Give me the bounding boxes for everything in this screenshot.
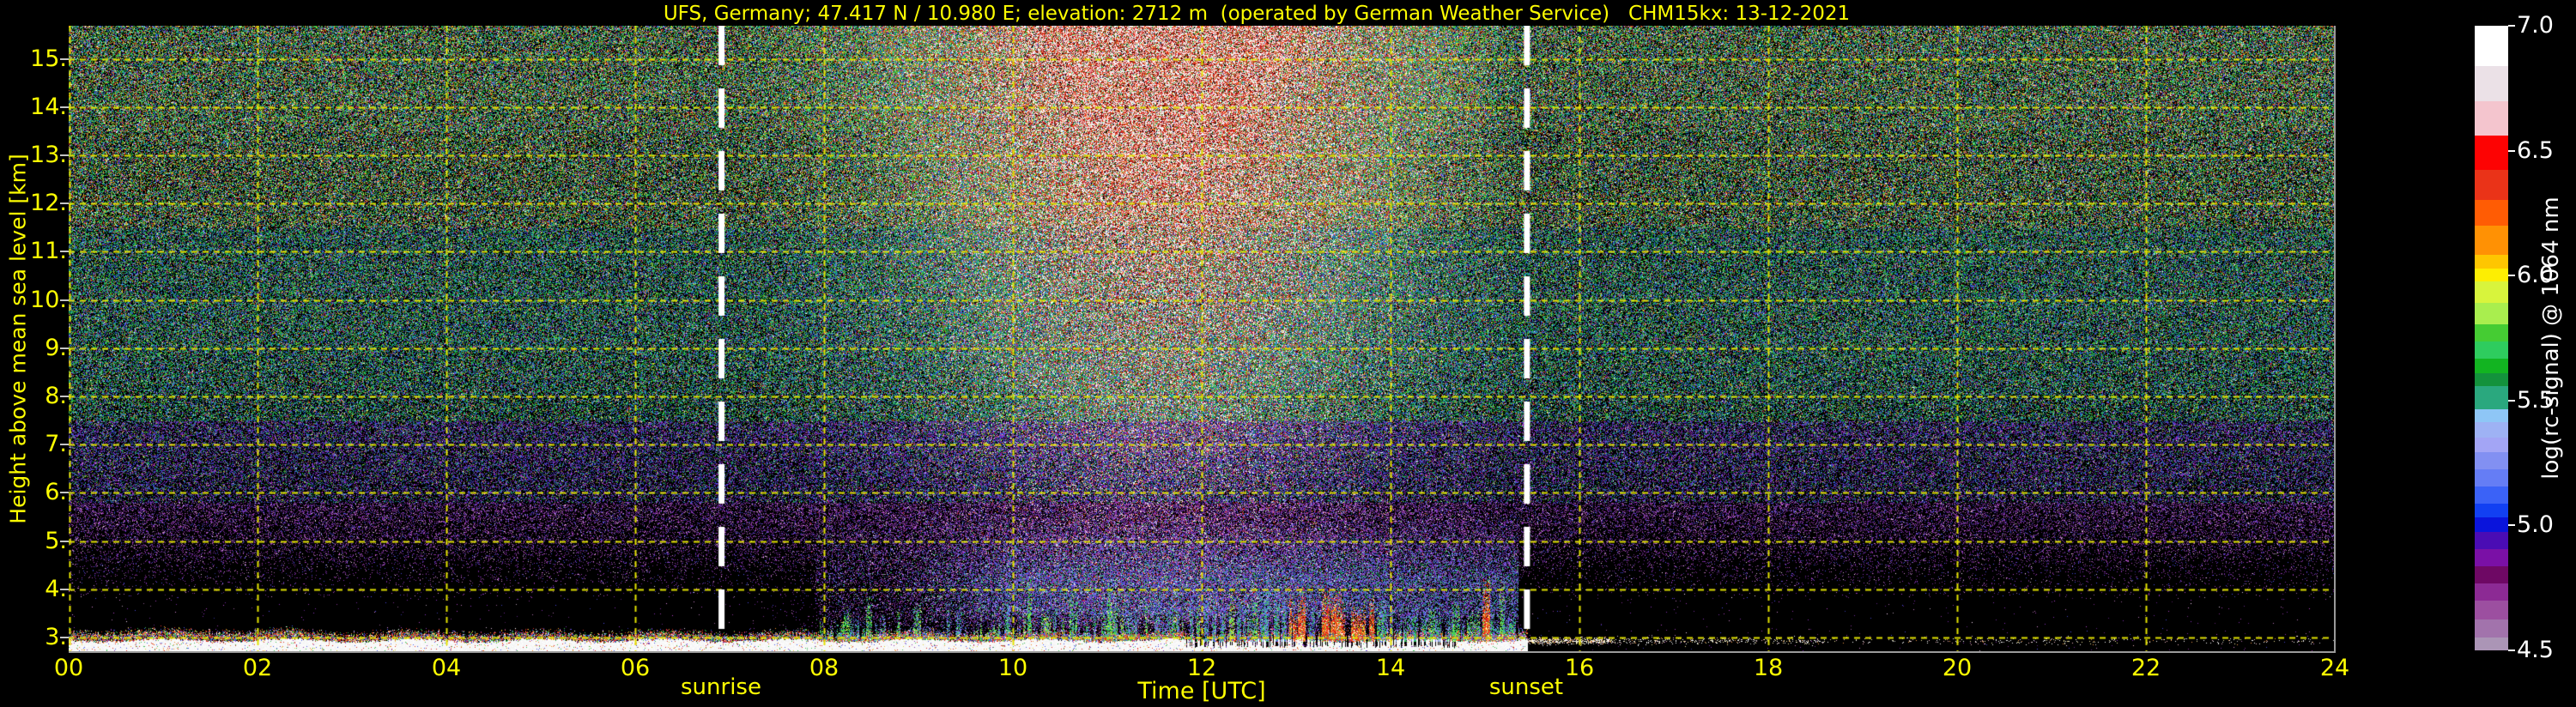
colorbar-block xyxy=(2475,504,2508,517)
colorbar-tick-mark xyxy=(2508,400,2515,402)
y-tick-label: 4. xyxy=(0,577,67,602)
y-axis-tick-mark xyxy=(60,444,69,445)
y-tick-label: 15. xyxy=(0,46,67,72)
y-axis-tick-mark xyxy=(60,347,69,349)
y-axis-tick-mark xyxy=(60,106,69,108)
colorbar-block xyxy=(2475,359,2508,373)
colorbar-block xyxy=(2475,341,2508,359)
colorbar-tick-label: 5.0 xyxy=(2517,512,2554,538)
sunset-label: sunset xyxy=(1458,674,1595,700)
y-axis-tick-mark xyxy=(60,202,69,204)
colorbar-tick-mark xyxy=(2508,275,2515,276)
colorbar xyxy=(2475,26,2508,650)
colorbar-block xyxy=(2475,386,2508,409)
y-tick-label: 11. xyxy=(0,239,67,264)
y-tick-label: 10. xyxy=(0,287,67,313)
x-tick-label: 18 xyxy=(1734,655,1803,681)
bottom-axis-line xyxy=(69,651,2336,653)
y-axis-tick-mark xyxy=(60,58,69,60)
y-tick-label: 8. xyxy=(0,384,67,409)
x-axis-label: Time [UTC] xyxy=(1073,678,1330,704)
colorbar-block xyxy=(2475,517,2508,532)
y-axis-tick-mark xyxy=(60,396,69,397)
y-tick-label: 9. xyxy=(0,335,67,361)
y-tick-label: 3. xyxy=(0,625,67,650)
colorbar-block xyxy=(2475,532,2508,549)
y-axis-tick-mark xyxy=(60,492,69,493)
colorbar-block xyxy=(2475,549,2508,566)
colorbar-block xyxy=(2475,486,2508,504)
y-tick-label: 12. xyxy=(0,190,67,216)
colorbar-block xyxy=(2475,409,2508,422)
colorbar-tick-mark xyxy=(2508,650,2515,651)
y-axis-tick-mark xyxy=(60,251,69,252)
y-axis-tick-mark xyxy=(60,589,69,590)
ceilometer-quicklook: UFS, Germany; 47.417 N / 10.980 E; eleva… xyxy=(0,0,2576,707)
y-tick-label: 6. xyxy=(0,480,67,505)
colorbar-tick-label: 6.5 xyxy=(2517,138,2554,164)
colorbar-block xyxy=(2475,452,2508,469)
plot-canvas xyxy=(69,26,2335,651)
colorbar-block xyxy=(2475,566,2508,583)
colorbar-tick-mark xyxy=(2508,524,2515,526)
x-tick-label: 08 xyxy=(790,655,858,681)
colorbar-label: log(rc-signal) @ 1064 nm xyxy=(2538,196,2564,479)
colorbar-block xyxy=(2475,422,2508,438)
y-tick-label: 13. xyxy=(0,142,67,168)
y-axis-tick-mark xyxy=(60,637,69,638)
colorbar-block xyxy=(2475,66,2508,101)
colorbar-block xyxy=(2475,324,2508,341)
colorbar-tick-label: 4.5 xyxy=(2517,638,2554,663)
colorbar-block xyxy=(2475,281,2508,303)
colorbar-tick-mark xyxy=(2508,150,2515,152)
x-tick-label: 14 xyxy=(1356,655,1425,681)
colorbar-block xyxy=(2475,583,2508,601)
colorbar-block xyxy=(2475,170,2508,200)
colorbar-block xyxy=(2475,469,2508,486)
x-tick-label: 10 xyxy=(979,655,1047,681)
y-tick-label: 5. xyxy=(0,529,67,554)
colorbar-block xyxy=(2475,601,2508,619)
x-tick-label: 02 xyxy=(223,655,292,681)
colorbar-block xyxy=(2475,269,2508,281)
x-tick-label: 24 xyxy=(2300,655,2369,681)
x-tick-label: 20 xyxy=(1923,655,1991,681)
y-axis-tick-mark xyxy=(60,299,69,301)
y-axis-tick-mark xyxy=(60,154,69,156)
right-axis-line xyxy=(2334,26,2336,653)
colorbar-block xyxy=(2475,136,2508,170)
colorbar-block xyxy=(2475,255,2508,269)
x-tick-label: 00 xyxy=(34,655,103,681)
plot-title: UFS, Germany; 47.417 N / 10.980 E; eleva… xyxy=(0,3,2513,25)
colorbar-block xyxy=(2475,438,2508,452)
y-tick-label: 7. xyxy=(0,432,67,457)
colorbar-block xyxy=(2475,200,2508,226)
sunrise-label: sunrise xyxy=(652,674,790,700)
y-tick-label: 14. xyxy=(0,94,67,120)
colorbar-block xyxy=(2475,101,2508,136)
x-tick-label: 04 xyxy=(412,655,481,681)
colorbar-block xyxy=(2475,226,2508,255)
colorbar-tick-label: 7.0 xyxy=(2517,13,2554,39)
colorbar-block xyxy=(2475,373,2508,386)
colorbar-tick-mark xyxy=(2508,25,2515,27)
y-axis-tick-mark xyxy=(60,541,69,542)
colorbar-block xyxy=(2475,303,2508,324)
colorbar-block xyxy=(2475,619,2508,638)
colorbar-block xyxy=(2475,26,2508,66)
colorbar-block xyxy=(2475,638,2508,650)
x-tick-label: 22 xyxy=(2112,655,2180,681)
